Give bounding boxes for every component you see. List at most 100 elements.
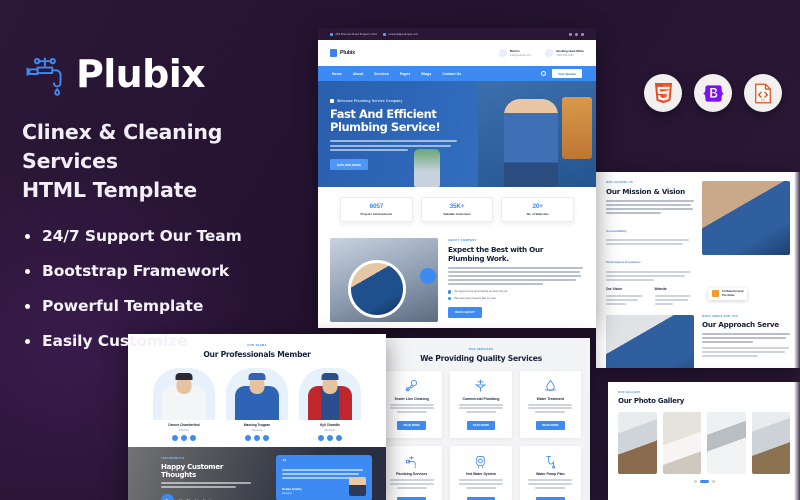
about-badge-icon [420, 267, 436, 284]
mission-point-title: Performance Excellence [606, 260, 641, 264]
play-video-control[interactable]: Hire Plumbing Now! [161, 494, 257, 500]
approach-point-0: Plumbing Specialist [702, 362, 790, 368]
facebook-icon [569, 32, 572, 36]
nav-item-about[interactable]: About [353, 72, 363, 76]
header-mail-title: Mail Us [510, 49, 520, 53]
team-member-name: Denver Chamberlind [168, 423, 200, 427]
service-card[interactable]: Water Treatment READ MORE [519, 370, 581, 439]
nav-item-blogs[interactable]: Blogs [421, 72, 431, 76]
service-card[interactable]: Plumbing Services READ MORE [381, 446, 443, 500]
faucet-tap-icon [330, 49, 337, 57]
mission-paragraph [606, 199, 694, 214]
main-navigation[interactable]: Home About Services Pages Blogs Contact … [318, 66, 596, 81]
testimonial-card: ” Debbe Smithy Designer [276, 455, 372, 500]
gallery-section: OUR GALLERY Our Photo Gallery [608, 382, 800, 492]
hero-banner: Welcome Plumbing Service Company Fast An… [318, 81, 596, 187]
email-item[interactable]: example@example.com [383, 32, 418, 36]
promo-banner: Plubix Clinex & Cleaning Services HTML T… [0, 0, 800, 500]
free-quotes-button[interactable]: Free Quotes [552, 68, 582, 79]
mockup-gallery-page[interactable]: OUR GALLERY Our Photo Gallery [608, 382, 800, 500]
team-member-card[interactable]: Denver Chamberlind Plumber [153, 367, 215, 441]
service-card[interactable]: Commercial Plumbing READ MORE [450, 370, 512, 439]
brand-row: Plubix [22, 52, 322, 96]
team-member-card[interactable]: Kyll Chamille Mechanic [299, 367, 361, 441]
mission-photo [702, 181, 790, 255]
testimonial-section: TESTIMONIALS Happy Customer Thoughts Hir… [128, 447, 386, 500]
site-logo[interactable]: Plubix [330, 49, 355, 57]
gallery-image-1[interactable] [662, 411, 701, 474]
hero-title: Fast And Efficient Plumbing Service! [330, 107, 460, 134]
star-rating-icon [712, 290, 719, 297]
search-icon[interactable] [541, 71, 547, 76]
read-more-button[interactable]: READ MORE [466, 421, 496, 430]
testimonial-text: TESTIMONIALS Happy Customer Thoughts Hir… [161, 457, 257, 500]
gallery-image-0[interactable] [618, 411, 657, 474]
phone-icon [545, 49, 554, 57]
team-member-photo [226, 367, 288, 420]
pump-icon [525, 453, 576, 469]
gallery-image-2[interactable] [707, 411, 746, 474]
service-card[interactable]: Water Pump Plan READ MORE [519, 446, 581, 500]
header-phone-block: Booking Head Office (406) 555-0120 [545, 49, 584, 57]
stat-label: No. of Branches [526, 211, 549, 216]
approach-section: Call Any Time (+88) 123 4567 89 WHAT SER… [596, 310, 800, 368]
nav-item-services[interactable]: Services [374, 72, 389, 76]
team-social-links[interactable] [226, 435, 288, 441]
brand-name: Plubix [76, 52, 206, 96]
mission-point-title: Accountability [606, 228, 627, 233]
hero-tools-photo [562, 97, 592, 159]
mockup-mission-page[interactable]: WHY CHOOSE US Our Mission & Vision Accou… [596, 172, 800, 368]
mission-column-title: Website [654, 286, 667, 291]
address-text: 256 Brennan Road Kingston USA [335, 32, 378, 36]
social-links[interactable] [569, 32, 584, 36]
gallery-pagination[interactable] [618, 479, 790, 483]
nav-item-pages[interactable]: Pages [400, 72, 411, 76]
read-more-button[interactable]: READ MORE [536, 421, 565, 430]
section-title: Our Photo Gallery [618, 396, 685, 405]
section-eyebrow: OUR SERVICES [468, 347, 494, 351]
read-more-button[interactable]: READ MORE [397, 421, 426, 430]
team-member-role: Mechanic [324, 428, 336, 432]
team-member-card[interactable]: Massing Truppan Carpenter [226, 367, 288, 441]
list-item: Easily Customize [22, 332, 322, 350]
instagram-icon [581, 32, 584, 36]
instagram-icon [336, 435, 342, 441]
mission-column-title: Our Vision [606, 286, 623, 291]
approach-photo [606, 314, 694, 368]
header-phone-title: Booking Head Office [556, 49, 584, 53]
mockup-home-page[interactable]: 256 Brennan Road Kingston USA example@ex… [318, 28, 596, 328]
site-header: Plubix Mail Us info@example.com Booking … [318, 40, 596, 66]
team-social-links[interactable] [299, 435, 361, 441]
about-photo-wrap [330, 237, 438, 322]
team-social-links[interactable] [153, 435, 215, 441]
play-icon[interactable] [161, 494, 174, 500]
service-card[interactable]: Hot Water System READ MORE [450, 446, 512, 500]
nav-item-contact[interactable]: Contact Us [442, 72, 461, 76]
stat-card: 6057 Projects Achievements [340, 197, 413, 222]
instagram-icon [190, 435, 196, 441]
instagram-icon [263, 435, 269, 441]
hero-content: Welcome Plumbing Service Company Fast An… [330, 99, 460, 171]
service-name: Hot Water System [466, 472, 496, 477]
explore-more-button[interactable]: EXPLORE MORE [330, 159, 369, 170]
read-about-button[interactable]: READ ABOUT [448, 307, 482, 318]
section-eyebrow: OUR GALLERY [618, 391, 641, 394]
list-item: We approve the price before we start the… [448, 290, 584, 294]
facebook-icon [318, 435, 324, 441]
list-item: Powerful Template [22, 297, 322, 315]
mockup-services-page[interactable]: OUR SERVICES We Providing Quality Servic… [372, 338, 590, 500]
mail-icon [383, 32, 387, 36]
section-title: Happy Customer Thoughts [161, 462, 224, 479]
hero-eyebrow: Welcome Plumbing Service Company [330, 99, 460, 103]
testimonial-author-name: Debbe Smithy [282, 487, 303, 491]
section-title: We Providing Quality Services [420, 353, 542, 363]
about-paragraph [448, 266, 584, 286]
team-member-role: Carpenter [251, 428, 263, 432]
gallery-image-3[interactable] [751, 411, 790, 474]
faucet-tap-icon [22, 52, 66, 96]
nav-item-home[interactable]: Home [332, 72, 342, 76]
team-member-photo [153, 367, 215, 420]
hero-worker-photo [504, 99, 558, 187]
service-card[interactable]: Sewer Line Cleaning READ MORE [381, 370, 443, 439]
about-section: ABOUT COMPANY Expect the Best with Our P… [318, 231, 596, 328]
